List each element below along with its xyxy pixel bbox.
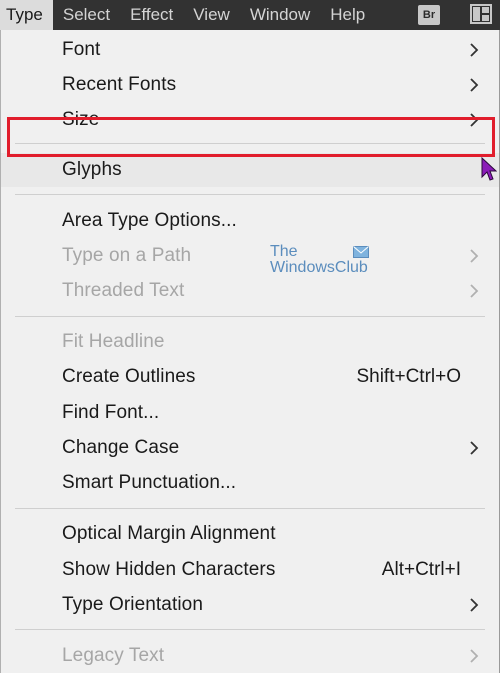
- menu-separator: [15, 508, 485, 509]
- menu-item-smart-punctuation[interactable]: Smart Punctuation...: [1, 466, 499, 500]
- menu-item-create-outlines[interactable]: Create Outlines Shift+Ctrl+O: [1, 360, 499, 394]
- glyphs-highlight-box: [7, 117, 495, 157]
- menu-item-font[interactable]: Font: [1, 33, 499, 67]
- menu-item-type-on-a-path: Type on a Path: [1, 239, 499, 273]
- workspace-layout-icon[interactable]: [470, 4, 492, 24]
- bridge-icon[interactable]: Br: [418, 5, 440, 25]
- menu-item-area-type-options[interactable]: Area Type Options...: [1, 204, 499, 238]
- menu-item-shortcut: Shift+Ctrl+O: [356, 366, 461, 387]
- menu-item-label: Recent Fonts: [62, 74, 177, 95]
- menu-view[interactable]: View: [183, 0, 240, 30]
- submenu-arrow-icon: [469, 41, 479, 59]
- submenu-arrow-icon: [469, 76, 479, 94]
- menu-item-fit-headline: Fit Headline: [1, 325, 499, 359]
- menu-help[interactable]: Help: [320, 0, 375, 30]
- menu-item-find-font[interactable]: Find Font...: [1, 396, 499, 430]
- menu-item-shortcut: Alt+Ctrl+I: [381, 559, 461, 580]
- menu-item-threaded-text: Threaded Text: [1, 274, 499, 308]
- menu-item-label: Type on a Path: [62, 245, 192, 266]
- menu-item-label: Create Outlines: [62, 366, 196, 387]
- watermark-logo: The WindowsClub: [270, 244, 369, 276]
- envelope-icon: [353, 246, 369, 262]
- menu-item-label: Optical Margin Alignment: [62, 523, 276, 544]
- menu-item-label: Find Font...: [62, 402, 160, 423]
- menu-item-change-case[interactable]: Change Case: [1, 431, 499, 465]
- menu-item-label: Glyphs: [62, 159, 122, 180]
- menu-separator: [15, 316, 485, 317]
- submenu-arrow-icon: [469, 647, 479, 665]
- menu-item-label: Show Hidden Characters: [62, 559, 276, 580]
- menu-select[interactable]: Select: [53, 0, 120, 30]
- submenu-arrow-icon: [469, 282, 479, 300]
- menu-item-label: Type Orientation: [62, 594, 204, 615]
- submenu-arrow-icon: [469, 247, 479, 265]
- menu-bar: Type Select Effect View Window Help Br: [0, 0, 500, 30]
- menu-item-optical-margin-alignment[interactable]: Optical Margin Alignment: [1, 517, 499, 551]
- menu-item-recent-fonts[interactable]: Recent Fonts: [1, 68, 499, 102]
- menu-item-show-hidden-characters[interactable]: Show Hidden Characters Alt+Ctrl+I: [1, 553, 499, 587]
- menu-item-label: Change Case: [62, 437, 180, 458]
- mouse-cursor-icon: [481, 156, 498, 188]
- menu-window[interactable]: Window: [240, 0, 320, 30]
- menu-item-glyphs[interactable]: Glyphs: [1, 153, 499, 187]
- menu-item-label: Legacy Text: [62, 645, 165, 666]
- menu-separator: [15, 194, 485, 195]
- submenu-arrow-icon: [469, 596, 479, 614]
- menu-type[interactable]: Type: [0, 0, 53, 30]
- menu-effect[interactable]: Effect: [120, 0, 183, 30]
- menu-item-label: Threaded Text: [62, 280, 185, 301]
- menu-item-type-orientation[interactable]: Type Orientation: [1, 588, 499, 622]
- menu-item-label: Smart Punctuation...: [62, 472, 237, 493]
- watermark-line2: WindowsClub: [270, 259, 368, 276]
- submenu-arrow-icon: [469, 439, 479, 457]
- menu-item-label: Font: [62, 39, 101, 60]
- menu-item-label: Fit Headline: [62, 331, 165, 352]
- menu-item-legacy-text: Legacy Text: [1, 639, 499, 673]
- menu-item-label: Area Type Options...: [62, 210, 237, 231]
- menu-separator: [15, 629, 485, 630]
